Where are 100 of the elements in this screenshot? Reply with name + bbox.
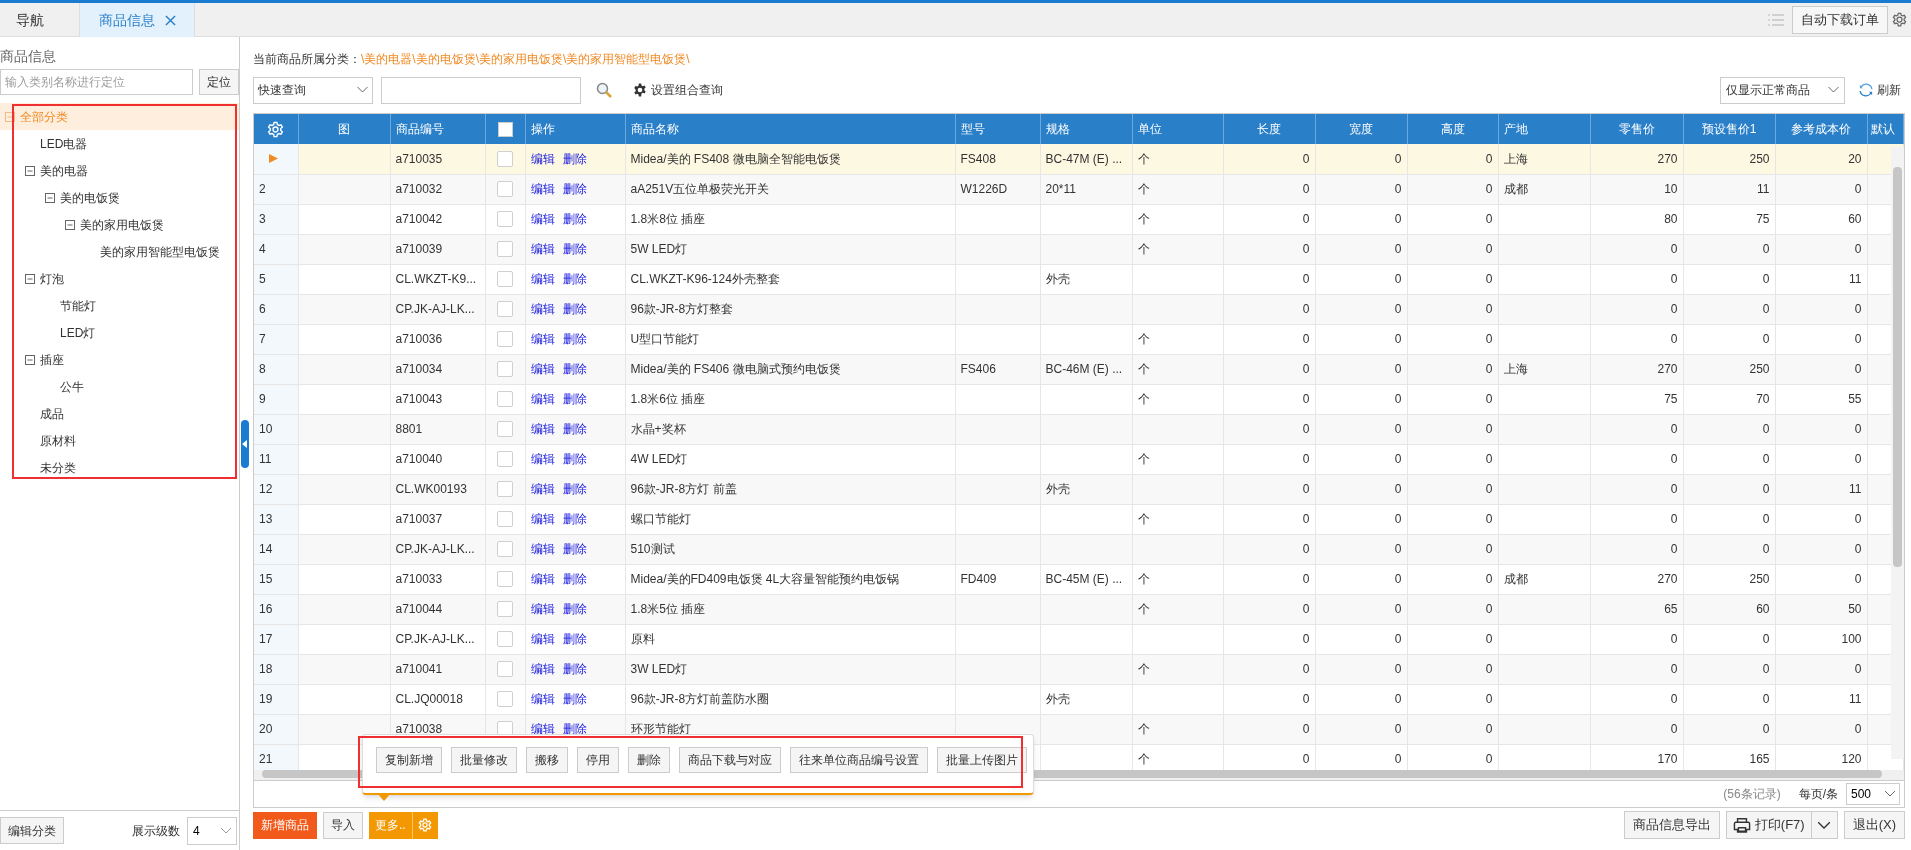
action-link[interactable]: 编辑 bbox=[530, 690, 555, 708]
checkbox[interactable] bbox=[497, 451, 513, 467]
action-link[interactable]: 删除 bbox=[562, 240, 587, 258]
checkbox[interactable] bbox=[497, 421, 513, 437]
export-button[interactable]: 商品信息导出 bbox=[1623, 811, 1720, 839]
action-link[interactable]: 删除 bbox=[562, 210, 587, 228]
action-link[interactable]: 删除 bbox=[562, 660, 587, 678]
exit-button[interactable]: 退出(X) bbox=[1843, 811, 1905, 839]
action-link[interactable]: 编辑 bbox=[530, 330, 555, 348]
action-link[interactable]: 删除 bbox=[562, 300, 587, 318]
search-icon[interactable] bbox=[596, 82, 612, 98]
action-link[interactable]: 编辑 bbox=[530, 420, 555, 438]
action-link[interactable]: 删除 bbox=[562, 180, 587, 198]
collapse-icon[interactable] bbox=[25, 354, 35, 365]
combo-query-link[interactable]: 设置组合查询 bbox=[651, 81, 723, 99]
checkbox[interactable] bbox=[497, 601, 513, 617]
action-link[interactable]: 删除 bbox=[562, 720, 587, 738]
menu-button[interactable]: 商品下载与对应 bbox=[679, 747, 781, 773]
action-link[interactable]: 删除 bbox=[562, 600, 587, 618]
action-link[interactable]: 编辑 bbox=[530, 450, 555, 468]
tree-item[interactable]: 美的电饭煲 bbox=[0, 184, 239, 211]
search-field[interactable]: 输入类别名称进行定位 bbox=[0, 69, 193, 95]
tree-item[interactable]: 未分类 bbox=[0, 454, 239, 481]
query-mode-select[interactable]: 快速查询 bbox=[253, 76, 373, 104]
close-icon[interactable] bbox=[164, 14, 176, 26]
checkbox[interactable] bbox=[497, 241, 513, 257]
collapse-icon[interactable] bbox=[5, 111, 15, 122]
auto-download-button[interactable]: 自动下载订单 bbox=[1792, 5, 1888, 34]
filter-select[interactable]: 仅显示正常商品 bbox=[1720, 76, 1845, 104]
menu-button[interactable]: 往来单位商品编号设置 bbox=[790, 747, 928, 773]
settings-icon[interactable] bbox=[1892, 12, 1907, 27]
locate-button[interactable]: 定位 bbox=[199, 69, 239, 95]
action-link[interactable]: 删除 bbox=[562, 690, 587, 708]
collapse-icon[interactable] bbox=[25, 165, 35, 176]
tree-item[interactable]: 美的电器 bbox=[0, 157, 239, 184]
action-link[interactable]: 删除 bbox=[562, 540, 587, 558]
checkbox[interactable] bbox=[497, 541, 513, 557]
action-link[interactable]: 编辑 bbox=[530, 270, 555, 288]
action-link[interactable]: 编辑 bbox=[530, 720, 555, 738]
action-link[interactable]: 删除 bbox=[562, 510, 587, 528]
action-link[interactable]: 删除 bbox=[562, 330, 587, 348]
action-link[interactable]: 编辑 bbox=[530, 630, 555, 648]
menu-button[interactable]: 批量修改 bbox=[451, 747, 517, 773]
vertical-scrollbar[interactable] bbox=[1891, 147, 1904, 759]
action-link[interactable]: 删除 bbox=[562, 570, 587, 588]
gear-icon[interactable] bbox=[633, 83, 647, 97]
tree-item[interactable]: 美的家用智能型电饭煲 bbox=[0, 238, 239, 265]
checkbox[interactable] bbox=[497, 150, 513, 167]
checkbox[interactable] bbox=[497, 301, 513, 317]
checkbox[interactable] bbox=[497, 691, 513, 707]
action-link[interactable]: 删除 bbox=[562, 450, 587, 468]
action-link[interactable]: 编辑 bbox=[530, 180, 555, 198]
checkbox[interactable] bbox=[497, 391, 513, 407]
action-link[interactable]: 编辑 bbox=[530, 360, 555, 378]
checkbox[interactable] bbox=[497, 271, 513, 287]
action-link[interactable]: 编辑 bbox=[530, 240, 555, 258]
tree-item[interactable]: 灯泡 bbox=[0, 265, 239, 292]
tab[interactable]: 商品信息 bbox=[80, 3, 195, 37]
checkbox[interactable] bbox=[497, 361, 513, 377]
checkbox[interactable] bbox=[497, 331, 513, 347]
refresh-icon[interactable] bbox=[1859, 83, 1873, 97]
settings-button[interactable] bbox=[411, 811, 438, 839]
action-link[interactable]: 编辑 bbox=[530, 300, 555, 318]
menu-button[interactable]: 批量上传图片 bbox=[937, 747, 1027, 773]
action-link[interactable]: 编辑 bbox=[530, 390, 555, 408]
action-link[interactable]: 删除 bbox=[562, 270, 587, 288]
action-link[interactable]: 编辑 bbox=[530, 660, 555, 678]
tree-item[interactable]: 原材料 bbox=[0, 427, 239, 454]
action-link[interactable]: 删除 bbox=[562, 149, 587, 168]
tree-item[interactable]: LED电器 bbox=[0, 130, 239, 157]
refresh-link[interactable]: 刷新 bbox=[1877, 81, 1901, 99]
action-link[interactable]: 删除 bbox=[562, 480, 587, 498]
tree-item[interactable]: 插座 bbox=[0, 346, 239, 373]
collapse-handle[interactable] bbox=[241, 420, 249, 468]
per-page-select[interactable]: 500 bbox=[1846, 783, 1900, 805]
action-link[interactable]: 删除 bbox=[562, 420, 587, 438]
action-link[interactable]: 编辑 bbox=[530, 540, 555, 558]
action-link[interactable]: 编辑 bbox=[530, 600, 555, 618]
checkbox[interactable] bbox=[497, 121, 513, 137]
levels-select[interactable]: 4 bbox=[187, 816, 237, 845]
action-link[interactable]: 编辑 bbox=[530, 149, 555, 168]
action-link[interactable]: 编辑 bbox=[530, 570, 555, 588]
action-link[interactable]: 编辑 bbox=[530, 510, 555, 528]
tree-item[interactable]: LED灯 bbox=[0, 319, 239, 346]
tree-item[interactable]: 成品 bbox=[0, 400, 239, 427]
checkbox[interactable] bbox=[497, 511, 513, 527]
import-button[interactable]: 导入 bbox=[323, 811, 363, 839]
checkbox[interactable] bbox=[497, 181, 513, 197]
action-link[interactable]: 删除 bbox=[562, 390, 587, 408]
tree-item[interactable]: 公牛 bbox=[0, 373, 239, 400]
menu-button[interactable]: 删除 bbox=[628, 747, 670, 773]
menu-button[interactable]: 停用 bbox=[577, 747, 619, 773]
action-link[interactable]: 删除 bbox=[562, 360, 587, 378]
checkbox[interactable] bbox=[497, 661, 513, 677]
checkbox[interactable] bbox=[497, 481, 513, 497]
edit-category-button[interactable]: 编辑分类 bbox=[0, 817, 64, 844]
list-icon[interactable] bbox=[1768, 13, 1784, 26]
collapse-icon[interactable] bbox=[65, 219, 75, 230]
action-link[interactable]: 删除 bbox=[562, 630, 587, 648]
checkbox[interactable] bbox=[497, 211, 513, 227]
